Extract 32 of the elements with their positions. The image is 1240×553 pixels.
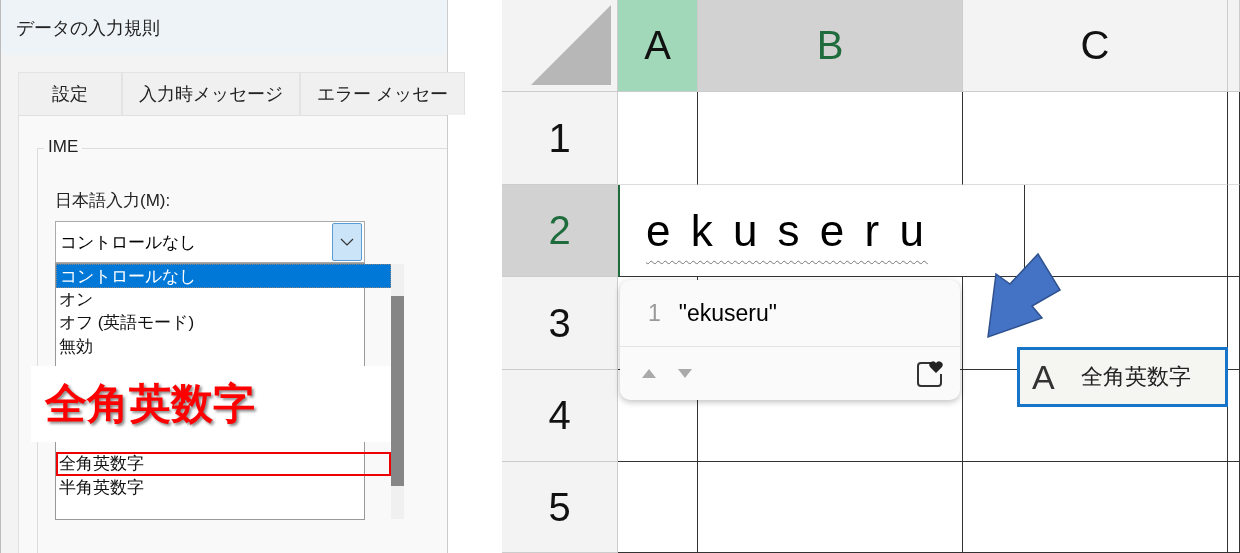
list-option[interactable]: 無効	[56, 334, 391, 358]
triangle-down-icon[interactable]	[678, 369, 692, 378]
list-option[interactable]: 全角英数字	[56, 452, 391, 476]
callout-label: 全角英数字	[31, 366, 391, 442]
row-header[interactable]: 3	[502, 277, 618, 370]
row-header[interactable]: 5	[502, 462, 618, 553]
triangle-up-icon[interactable]	[642, 369, 656, 378]
row-header[interactable]: 2	[502, 185, 618, 277]
heart-icon[interactable]	[916, 359, 944, 388]
row-header[interactable]: 1	[502, 92, 618, 185]
tab[interactable]: 設定	[18, 72, 122, 115]
row-header[interactable]: 4	[502, 370, 618, 462]
scrollbar-thumb[interactable]	[391, 296, 404, 486]
mode-label: 全角英数字	[1080, 363, 1191, 391]
candidate-number: 1	[648, 299, 661, 327]
window-title: データの入力規則	[1, 0, 447, 55]
tab[interactable]: エラー メッセー	[300, 72, 465, 115]
list-option[interactable]: オン	[56, 287, 391, 311]
tab[interactable]: 入力時メッセージ	[122, 72, 300, 115]
mode-glyph: A	[1032, 357, 1055, 397]
column-header[interactable]: A	[618, 0, 698, 92]
candidate-item[interactable]: "ekuseru"	[678, 299, 777, 327]
list-option[interactable]: オフ (英語モード)	[56, 311, 391, 335]
column-header[interactable]: C	[963, 0, 1228, 92]
list-option[interactable]: 半角英数字	[56, 475, 391, 499]
dropdown[interactable]: コントロールなし	[55, 221, 365, 263]
cell-editor[interactable]: e k u s e r u	[618, 185, 1025, 277]
field-label: 日本語入力(M):	[55, 190, 172, 212]
column-header[interactable]: B	[698, 0, 963, 92]
select-all-icon[interactable]	[531, 5, 611, 85]
list-option[interactable]: コントロールなし	[56, 264, 391, 288]
chevron-down-icon[interactable]	[332, 223, 362, 261]
